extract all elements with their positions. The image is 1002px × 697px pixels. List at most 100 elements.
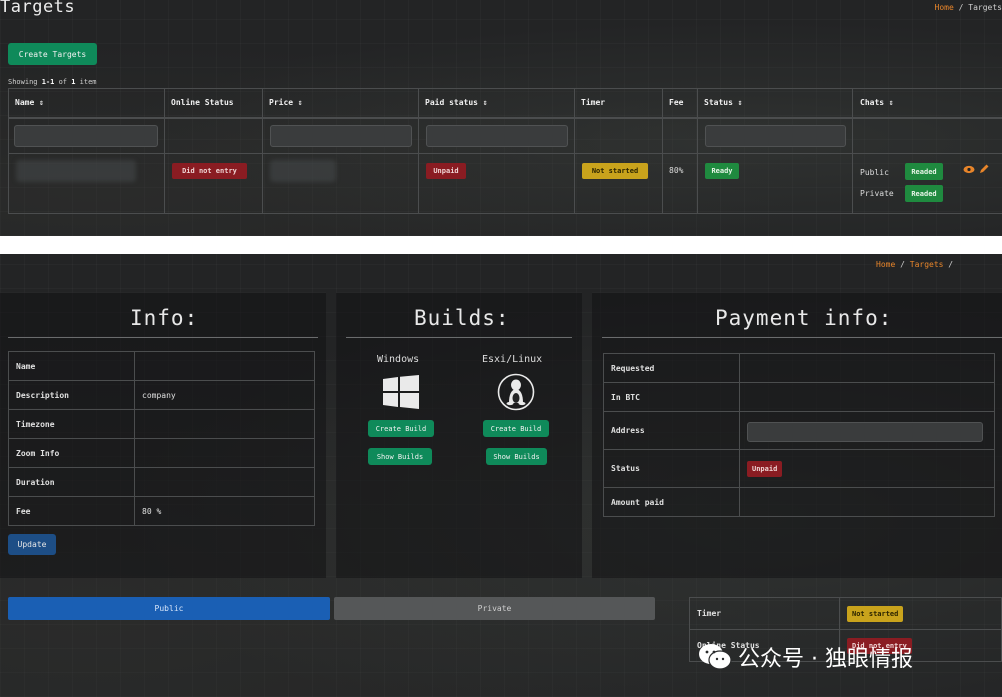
payment-value [739, 382, 995, 412]
eye-icon[interactable] [963, 165, 975, 174]
windows-icon [383, 375, 419, 409]
info-key: Timezone [8, 409, 135, 439]
sort-icon: ⇕ [737, 98, 743, 107]
column-divider [418, 88, 419, 214]
sort-icon: ⇕ [39, 98, 44, 107]
windows-label: Windows [377, 354, 420, 365]
paid-status-filter-input[interactable] [426, 125, 568, 147]
payment-value [739, 411, 995, 450]
title-rule [8, 337, 318, 338]
info-value [134, 351, 315, 381]
targets-list-panel: Targets Home / Targets Create Targets Sh… [0, 0, 1002, 236]
pagination-summary: Showing 1-1 of 1 item [8, 78, 97, 86]
sort-icon: ⇕ [297, 98, 303, 107]
breadcrumb-targets[interactable]: Targets [910, 260, 944, 269]
column-divider [662, 88, 663, 214]
name-filter-input[interactable] [14, 125, 158, 147]
status-badge: Ready [705, 163, 739, 179]
payment-table: Requested In BTC Address Status Unpaid A… [603, 353, 995, 517]
info-key: Fee [8, 496, 135, 526]
column-header-name[interactable]: Name ⇕ [15, 98, 44, 107]
create-targets-button[interactable]: Create Targets [8, 43, 97, 65]
redacted-price [270, 160, 336, 182]
payment-key: Amount paid [603, 487, 740, 517]
watermark-text: 公众号 · 独眼情报 [738, 647, 913, 672]
info-key: Zoom Info [8, 438, 135, 468]
redacted-name [16, 160, 136, 182]
column-header-chats[interactable]: Chats ⇕ [860, 98, 894, 107]
info-value: 80 % [134, 496, 315, 526]
title-rule [602, 337, 1002, 338]
payment-value [739, 353, 995, 383]
title-rule [346, 337, 572, 338]
column-header-status[interactable]: Status ⇕ [704, 98, 743, 107]
payment-value [739, 487, 995, 517]
wechat-icon [699, 644, 732, 670]
screenshot-divider [0, 236, 1002, 254]
info-table: Name Description company Timezone Zoom In… [8, 351, 315, 526]
column-divider [8, 88, 9, 214]
address-input[interactable] [747, 422, 983, 442]
info-key: Name [8, 351, 135, 381]
sort-icon: ⇕ [888, 98, 894, 107]
linux-show-builds-button[interactable]: Show Builds [486, 448, 547, 465]
payment-value: Unpaid [739, 449, 995, 488]
info-value [134, 438, 315, 468]
linux-label: Esxi/Linux [482, 354, 543, 365]
column-header-fee: Fee [669, 98, 684, 107]
targets-table: Name ⇕ Online Status Price ⇕ Paid status… [8, 88, 1002, 214]
column-divider [262, 88, 263, 214]
payment-status-badge: Unpaid [747, 460, 783, 477]
breadcrumb: Home / Targets / [876, 260, 954, 269]
info-value [134, 409, 315, 439]
page-title: Targets [0, 0, 76, 17]
tab-public[interactable]: Public [8, 597, 330, 620]
builds-card: Builds: Windows Create Build Show Builds… [336, 292, 582, 578]
payment-card: Payment info: Requested In BTC Address S… [592, 292, 1002, 578]
windows-show-builds-button[interactable]: Show Builds [368, 448, 432, 465]
price-filter-input[interactable] [270, 125, 412, 147]
payment-key: Status [603, 449, 740, 488]
timer-badge: Not started [582, 163, 648, 179]
info-card: Info: Name Description company Timezone Z… [0, 292, 326, 578]
update-button[interactable]: Update [8, 534, 56, 555]
info-value [134, 467, 315, 497]
watermark: 公众号 · 独眼情报 [698, 641, 913, 673]
column-divider [697, 88, 698, 214]
breadcrumb-current: Targets [968, 3, 1002, 12]
breadcrumb: Home / Targets [935, 3, 1002, 12]
info-value: company [134, 380, 315, 410]
chat-public-badge[interactable]: Readed [905, 163, 943, 180]
windows-create-build-button[interactable]: Create Build [368, 420, 434, 437]
tux-icon [497, 373, 535, 411]
payment-key: Address [603, 411, 740, 450]
breadcrumb-home[interactable]: Home [935, 3, 954, 12]
linux-create-build-button[interactable]: Create Build [483, 420, 549, 437]
sort-icon: ⇕ [482, 98, 488, 107]
fee-value: 80% [669, 166, 684, 175]
tab-private[interactable]: Private [334, 597, 655, 620]
payment-key: Requested [603, 353, 740, 383]
chat-private-badge[interactable]: Readed [905, 185, 943, 202]
builds-title: Builds: [414, 306, 510, 330]
breadcrumb-separator: / [958, 3, 964, 12]
chat-private-label: Private [860, 189, 894, 198]
timer-label: Timer [689, 597, 840, 630]
online-status-badge: Did not entry [172, 163, 247, 179]
column-header-price[interactable]: Price ⇕ [269, 98, 303, 107]
payment-key: In BTC [603, 382, 740, 412]
timer-badge: Not started [847, 605, 904, 622]
column-divider [574, 88, 575, 214]
pencil-icon[interactable] [979, 164, 989, 174]
info-title: Info: [130, 306, 199, 330]
column-divider [164, 88, 165, 214]
chat-public-label: Public [860, 168, 889, 177]
column-header-paid-status[interactable]: Paid status ⇕ [425, 98, 488, 107]
column-divider [852, 88, 853, 214]
status-filter-input[interactable] [705, 125, 846, 147]
column-header-timer: Timer [581, 98, 606, 107]
info-key: Duration [8, 467, 135, 497]
paid-status-badge: Unpaid [426, 163, 466, 179]
payment-title: Payment info: [715, 306, 893, 330]
breadcrumb-home[interactable]: Home [876, 260, 895, 269]
